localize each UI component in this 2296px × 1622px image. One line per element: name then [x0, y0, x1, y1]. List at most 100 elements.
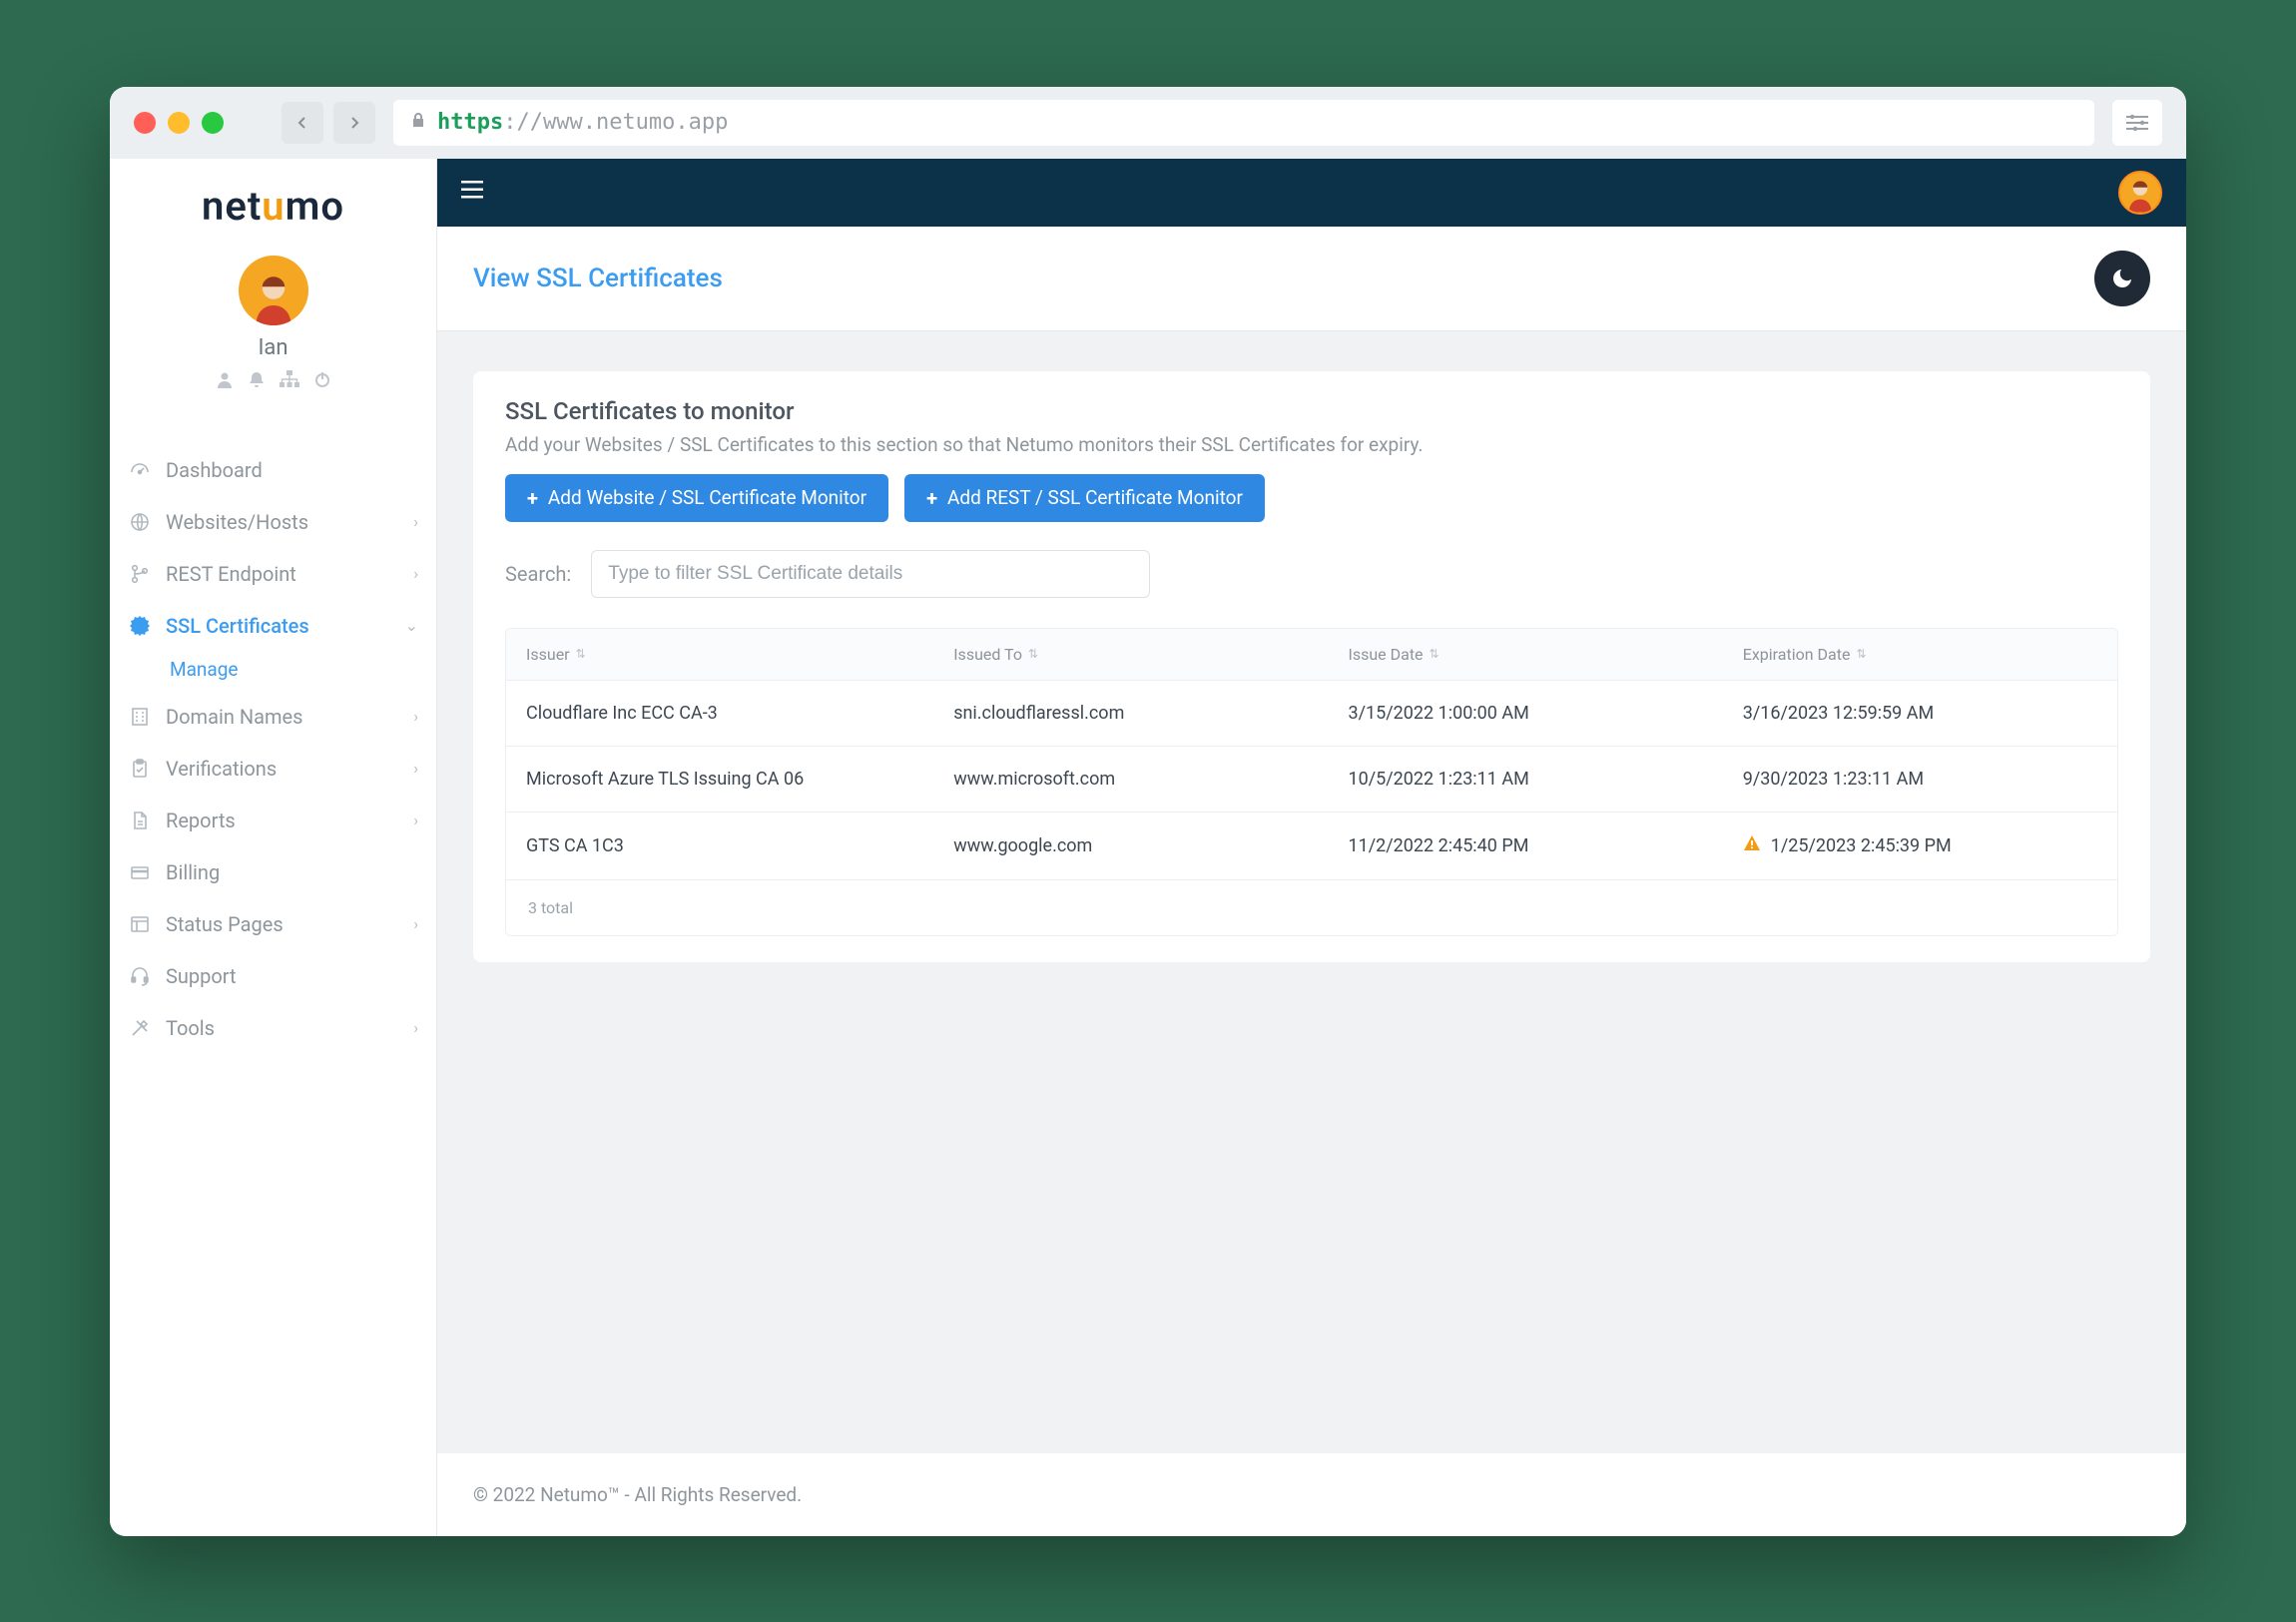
sidebar-item-label: Dashboard [166, 458, 263, 482]
ssl-table: Issuer⇅ Issued To⇅ Issue Date⇅ Expiratio… [505, 628, 2118, 936]
bell-icon[interactable] [248, 370, 266, 392]
card-subtitle: Add your Websites / SSL Certificates to … [505, 433, 2118, 456]
sidebar-item-billing[interactable]: Billing [110, 846, 436, 898]
globe-icon [128, 512, 152, 532]
nav: Dashboard Websites/Hosts › REST Endpoint… [110, 414, 436, 1054]
sidebar-item-rest[interactable]: REST Endpoint › [110, 548, 436, 600]
browser-settings-button[interactable] [2112, 100, 2162, 146]
back-button[interactable] [282, 102, 323, 144]
url-protocol: https [437, 110, 503, 135]
sidebar: netumo Ian Dashboard [110, 159, 437, 1536]
button-label: Add Website / SSL Certificate Monitor [548, 486, 866, 509]
clipboard-check-icon [128, 759, 152, 779]
topbar [437, 159, 2186, 227]
chevron-right-icon: › [413, 811, 418, 829]
cell-issue-date: 3/15/2022 1:00:00 AM [1328, 681, 1722, 746]
sidebar-item-websites[interactable]: Websites/Hosts › [110, 496, 436, 548]
lock-icon [409, 110, 427, 135]
forward-button[interactable] [333, 102, 375, 144]
button-label: Add REST / SSL Certificate Monitor [947, 486, 1243, 509]
avatar[interactable] [239, 256, 308, 325]
maximize-window-icon[interactable] [202, 112, 224, 134]
chevron-right-icon: › [413, 914, 418, 933]
sidebar-item-label: Domain Names [166, 705, 302, 729]
logo: netumo [110, 159, 436, 248]
search-label: Search: [505, 562, 571, 586]
chevron-right-icon: › [413, 512, 418, 531]
search-input[interactable] [591, 550, 1150, 598]
sidebar-item-label: Billing [166, 860, 220, 884]
col-expiration[interactable]: Expiration Date⇅ [1723, 629, 2117, 680]
credit-card-icon [128, 862, 152, 882]
plus-icon: + [527, 486, 538, 510]
cell-issuer: Microsoft Azure TLS Issuing CA 06 [506, 747, 933, 811]
minimize-window-icon[interactable] [168, 112, 190, 134]
sidebar-item-label: Support [166, 964, 237, 988]
sidebar-item-domains[interactable]: Domain Names › [110, 691, 436, 743]
cell-issued-to: sni.cloudflaressl.com [933, 681, 1328, 746]
menu-toggle-button[interactable] [461, 180, 483, 205]
gauge-icon [128, 460, 152, 480]
footer: © 2022 Netumo™ - All Rights Reserved. [437, 1453, 2186, 1536]
sidebar-item-verifications[interactable]: Verifications › [110, 743, 436, 795]
profile-block: Ian [110, 248, 436, 414]
cell-issued-to: www.microsoft.com [933, 747, 1328, 811]
table-row[interactable]: GTS CA 1C3www.google.com11/2/2022 2:45:4… [506, 811, 2117, 879]
table-row[interactable]: Microsoft Azure TLS Issuing CA 06www.mic… [506, 746, 2117, 811]
dark-mode-toggle[interactable] [2094, 251, 2150, 306]
ssl-card: SSL Certificates to monitor Add your Web… [473, 371, 2150, 962]
cell-issuer: Cloudflare Inc ECC CA-3 [506, 681, 933, 746]
chevron-down-icon: ⌄ [405, 616, 418, 635]
sidebar-item-status-pages[interactable]: Status Pages › [110, 898, 436, 950]
sort-icon: ⇅ [1856, 647, 1866, 661]
browser-frame: https://www.netumo.app netumo Ian [110, 87, 2186, 1536]
col-issue-date[interactable]: Issue Date⇅ [1328, 629, 1722, 680]
url-bar[interactable]: https://www.netumo.app [393, 100, 2094, 146]
sidebar-item-label: Verifications [166, 757, 277, 781]
add-website-button[interactable]: + Add Website / SSL Certificate Monitor [505, 474, 888, 522]
logo-post: mo [286, 183, 344, 230]
sidebar-item-label: Reports [166, 809, 236, 832]
traffic-lights [134, 112, 224, 134]
sitemap-icon[interactable] [280, 370, 299, 392]
cell-expiration: 3/16/2023 12:59:59 AM [1723, 681, 2117, 746]
logo-mid: u [262, 183, 285, 230]
cell-expiration: 9/30/2023 1:23:11 AM [1723, 747, 2117, 811]
close-window-icon[interactable] [134, 112, 156, 134]
col-issuer[interactable]: Issuer⇅ [506, 629, 933, 680]
sidebar-subitem-manage[interactable]: Manage [110, 652, 436, 691]
table-row[interactable]: Cloudflare Inc ECC CA-3sni.cloudflaressl… [506, 680, 2117, 746]
sidebar-item-label: Status Pages [166, 912, 284, 936]
logo-pre: net [202, 183, 262, 230]
page-title: View SSL Certificates [473, 264, 723, 293]
sidebar-item-ssl[interactable]: SSL Certificates ⌄ [110, 600, 436, 652]
sidebar-item-support[interactable]: Support [110, 950, 436, 1002]
power-icon[interactable] [313, 370, 331, 392]
chevron-right-icon: › [413, 707, 418, 726]
sidebar-item-dashboard[interactable]: Dashboard [110, 444, 436, 496]
sidebar-item-label: Websites/Hosts [166, 510, 308, 534]
sort-icon: ⇅ [576, 647, 586, 661]
add-rest-button[interactable]: + Add REST / SSL Certificate Monitor [904, 474, 1265, 522]
plus-icon: + [926, 486, 937, 510]
sidebar-item-label: Tools [166, 1016, 215, 1040]
chevron-right-icon: › [413, 1018, 418, 1037]
user-avatar-button[interactable] [2118, 171, 2162, 215]
url-rest: ://www.netumo.app [503, 110, 728, 135]
sidebar-item-reports[interactable]: Reports › [110, 795, 436, 846]
sidebar-item-tools[interactable]: Tools › [110, 1002, 436, 1054]
cell-issue-date: 10/5/2022 1:23:11 AM [1328, 747, 1722, 811]
chevron-right-icon: › [413, 759, 418, 778]
page-header: View SSL Certificates [437, 227, 2186, 331]
table-head: Issuer⇅ Issued To⇅ Issue Date⇅ Expiratio… [506, 629, 2117, 680]
layout-icon [128, 914, 152, 934]
sort-icon: ⇅ [1028, 647, 1038, 661]
branch-icon [128, 564, 152, 584]
card-title: SSL Certificates to monitor [505, 397, 2118, 425]
cell-issuer: GTS CA 1C3 [506, 812, 933, 879]
headset-icon [128, 966, 152, 986]
warning-icon [1743, 834, 1761, 857]
col-issued-to[interactable]: Issued To⇅ [933, 629, 1328, 680]
user-icon[interactable] [216, 370, 234, 392]
document-icon [128, 811, 152, 830]
